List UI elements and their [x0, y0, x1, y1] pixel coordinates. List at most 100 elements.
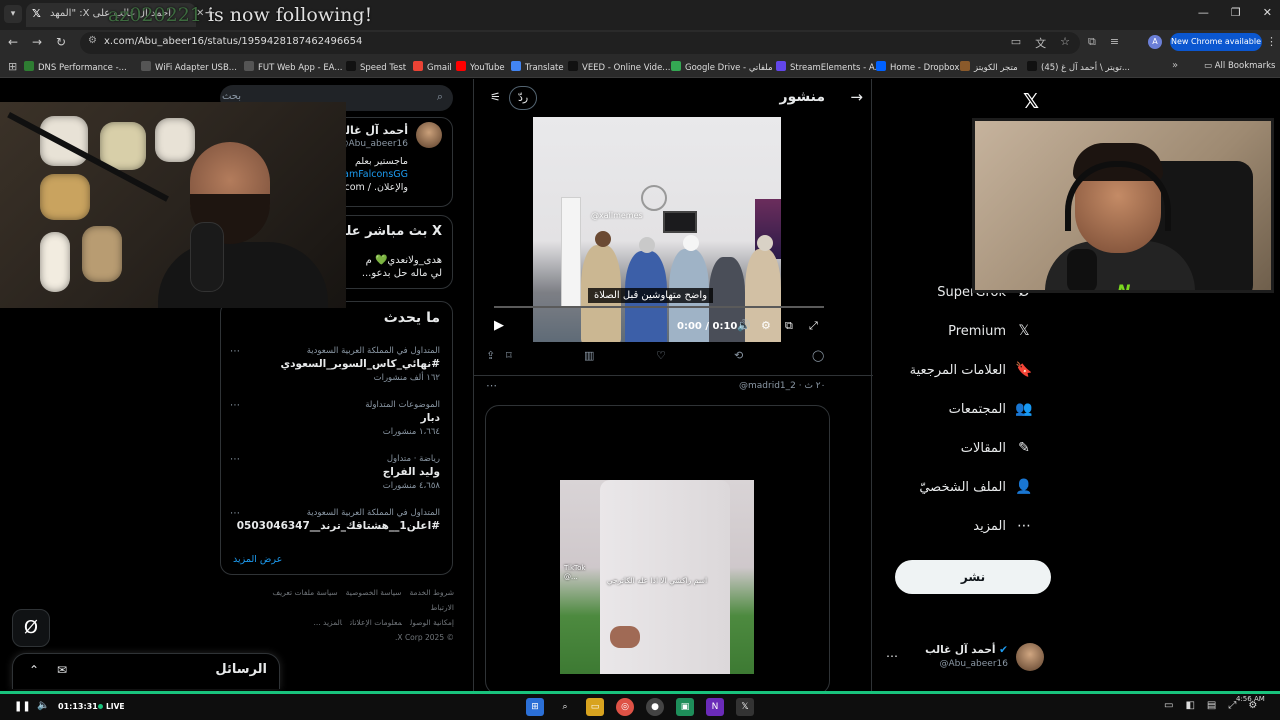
- show-more-link[interactable]: عرض المزيد: [233, 554, 282, 565]
- back-icon[interactable]: ←: [8, 35, 18, 49]
- views-icon[interactable]: ▥: [584, 349, 594, 362]
- clip-icon[interactable]: ◧: [1185, 700, 1194, 711]
- more-icon[interactable]: ⋯: [230, 454, 240, 465]
- site-info-icon[interactable]: ⚙: [88, 35, 97, 46]
- more-icon: ⋯: [1017, 518, 1031, 534]
- trends-card: ما يحدث المتداول في المملكة العربية السع…: [220, 301, 453, 575]
- pause-icon[interactable]: ❚❚: [14, 701, 31, 712]
- more-icon[interactable]: ⋯: [230, 400, 240, 411]
- avatar[interactable]: [416, 122, 442, 148]
- new-chrome-button[interactable]: New Chrome available: [1170, 33, 1262, 51]
- tab-search-button[interactable]: ▾: [4, 5, 22, 23]
- search-icon[interactable]: ⌕: [556, 698, 574, 716]
- forward-icon[interactable]: →: [32, 35, 42, 49]
- share-icon[interactable]: ⇪: [486, 349, 495, 362]
- new-message-icon[interactable]: ✉: [57, 663, 67, 677]
- brand-logo-icon: N: [1117, 281, 1131, 293]
- post-video[interactable]: @xallmemes واضح متهاوشين قبل الصلاة: [533, 117, 781, 342]
- footer-link[interactable]: إمكانية الوصول: [410, 618, 454, 627]
- more-icon[interactable]: ⋯: [886, 649, 898, 663]
- bookmark-item[interactable]: DNS Performance -...: [24, 61, 127, 73]
- trend-item[interactable]: الموضوعات المتداولة دبار ١،٦٦٤ منشورات ⋯: [230, 400, 440, 442]
- tab-strip: ▾ 𝕏 أحمد آل غالب على X: "المهد ✕ + az020…: [0, 0, 1280, 30]
- post-button[interactable]: نشر: [895, 560, 1051, 594]
- live-title: X بث مباشر على: [333, 224, 442, 239]
- reload-icon[interactable]: ↻: [56, 35, 66, 49]
- file-explorer-icon[interactable]: ▭: [586, 698, 604, 716]
- repost-icon[interactable]: ⟲: [734, 349, 743, 362]
- trend-item[interactable]: المتداول في المملكة العربية السعودية #اعل…: [230, 508, 440, 550]
- grok-icon[interactable]: Ø: [12, 609, 50, 647]
- footer-link[interactable]: المزيد ...: [313, 618, 342, 627]
- footer-link[interactable]: معلومات الإعلانات: [350, 618, 402, 627]
- reading-list-icon[interactable]: ≡: [1110, 35, 1119, 49]
- account-switcher[interactable]: ✔ أحمد آل غالب @Abu_abeer16 ⋯: [880, 641, 1060, 677]
- reply-video[interactable]: TikTok @... اسم راكشي الا اذا عله الكاترج…: [560, 480, 754, 674]
- minimize-icon[interactable]: —: [1198, 6, 1209, 19]
- bookmark-item[interactable]: متجر الكويتز: [960, 61, 1018, 73]
- window-close-icon[interactable]: ✕: [1263, 6, 1272, 19]
- fullscreen-icon[interactable]: ⤢: [809, 319, 818, 333]
- next-app-icon[interactable]: N: [706, 698, 724, 716]
- account-handle: @Abu_abeer16: [939, 659, 1008, 669]
- pip-icon[interactable]: ⧉: [785, 319, 793, 333]
- x-app-icon[interactable]: 𝕏: [736, 698, 754, 716]
- bookmark-item[interactable]: Home - Dropbox: [876, 61, 959, 73]
- address-bar[interactable]: ⚙ x.com/Abu_abeer16/status/1959428187462…: [80, 32, 1080, 54]
- bookmark-favicon-icon: [876, 61, 886, 71]
- footer-link[interactable]: شروط الخدمة: [409, 588, 454, 597]
- bookmark-icon[interactable]: ⌑: [506, 349, 512, 362]
- extensions-icon[interactable]: ⧉: [1088, 35, 1096, 49]
- like-icon[interactable]: ♡: [656, 349, 666, 362]
- browser-toolbar: ← → ↻ ⚙ x.com/Abu_abeer16/status/1959428…: [0, 30, 1280, 56]
- chrome-menu-icon[interactable]: ⋮: [1266, 35, 1277, 48]
- reply-icon[interactable]: ◯: [812, 349, 824, 362]
- back-arrow-icon[interactable]: →: [850, 88, 863, 106]
- apps-grid-icon[interactable]: ⊞: [8, 60, 17, 73]
- volume-icon[interactable]: 🔈: [37, 700, 49, 711]
- bookmark-favicon-icon: [776, 61, 786, 71]
- video-progress-bar[interactable]: [494, 306, 824, 308]
- x-logo-icon[interactable]: 𝕏: [1023, 89, 1039, 113]
- bookmark-item[interactable]: Google Drive - ملفاتي: [671, 61, 773, 73]
- cast-icon[interactable]: ▭: [1011, 35, 1021, 51]
- bookmark-item[interactable]: FUT Web App - EA...: [244, 61, 342, 73]
- expand-icon[interactable]: ⌃: [29, 663, 39, 677]
- volume-icon[interactable]: 🔊: [737, 319, 751, 332]
- more-options-icon[interactable]: ⋯: [486, 379, 497, 392]
- profile-bio: ماجستير بعلم amFalconsGG والإعلان. / com…: [341, 156, 408, 193]
- bookmark-item[interactable]: WiFi Adapter USB...: [141, 61, 237, 73]
- bookmark-item[interactable]: Translate: [511, 61, 564, 73]
- app-icon[interactable]: ▣: [676, 698, 694, 716]
- bookmarks-overflow-icon[interactable]: »: [1172, 60, 1178, 71]
- bookmark-item[interactable]: Speed Test: [346, 61, 406, 73]
- obs-icon[interactable]: ●: [646, 698, 664, 716]
- trend-item[interactable]: المتداول في المملكة العربية السعودية #نها…: [230, 346, 440, 388]
- more-icon[interactable]: ⋯: [230, 508, 240, 519]
- chrome-icon[interactable]: ◎: [616, 698, 634, 716]
- chat-icon[interactable]: ▤: [1207, 700, 1216, 711]
- bookmark-favicon-icon: [141, 61, 151, 71]
- all-bookmarks-link[interactable]: ▭ All Bookmarks: [1204, 61, 1275, 71]
- play-icon[interactable]: ▶: [494, 318, 504, 333]
- start-icon[interactable]: ⊞: [526, 698, 544, 716]
- maximize-icon[interactable]: ❐: [1231, 6, 1241, 19]
- bookmark-item[interactable]: Gmail: [413, 61, 452, 73]
- messages-drawer[interactable]: الرسائل ✉ ⌃: [12, 653, 280, 689]
- translate-icon[interactable]: 文: [1035, 35, 1046, 51]
- footer-links: شروط الخدمةسياسة الخصوصيةسياسة ملفات تعر…: [244, 585, 454, 645]
- bookmark-item[interactable]: StreamElements - A...: [776, 61, 883, 73]
- bookmark-item[interactable]: (45) تويتر \ أحمد آل غ...: [1027, 61, 1130, 73]
- reply-button[interactable]: ردّ: [509, 86, 538, 110]
- footer-link[interactable]: سياسة الخصوصية: [346, 588, 402, 597]
- bookmark-item[interactable]: YouTube: [456, 61, 505, 73]
- trend-item[interactable]: رياضة · متداول وليد الفراج ٤،٦٥٨ منشورات ⋯: [230, 454, 440, 496]
- reply-meta[interactable]: @madrid1_2 · ٢٠ ث: [739, 381, 825, 391]
- star-icon[interactable]: ☆: [1060, 35, 1070, 51]
- settings-icon[interactable]: ⚙: [761, 319, 771, 332]
- filter-icon[interactable]: ⚟: [490, 90, 501, 104]
- profile-avatar[interactable]: A: [1148, 35, 1162, 49]
- bookmark-item[interactable]: VEED - Online Vide...: [568, 61, 670, 73]
- more-icon[interactable]: ⋯: [230, 346, 240, 357]
- theater-mode-icon[interactable]: ▭: [1164, 700, 1173, 711]
